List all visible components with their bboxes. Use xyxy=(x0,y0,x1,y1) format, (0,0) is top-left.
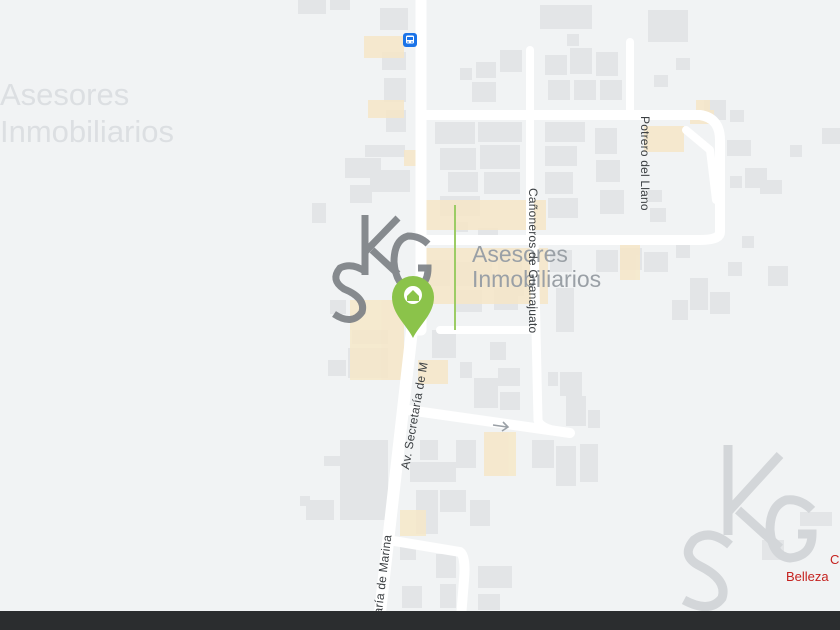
poi-partial-label[interactable]: C xyxy=(830,552,839,567)
watermark-line1: Asesores xyxy=(0,77,130,112)
watermark-text-top-left: Asesores Inmobiliarios xyxy=(0,76,174,150)
street-label-potrero: Potrero del Llano xyxy=(638,116,652,211)
watermark-line2: Inmobiliarios xyxy=(0,114,175,150)
bus-icon[interactable] xyxy=(403,33,417,47)
street-label-canoneros: Cañoneros de Guanajuato xyxy=(526,188,540,334)
bottom-bar xyxy=(0,611,840,630)
poi-label[interactable]: Belleza xyxy=(786,569,829,584)
location-marker[interactable] xyxy=(388,270,438,340)
home-icon xyxy=(404,286,422,304)
map-view[interactable]: Asesores Inmobiliarios Asesores Inmobili… xyxy=(0,0,840,630)
